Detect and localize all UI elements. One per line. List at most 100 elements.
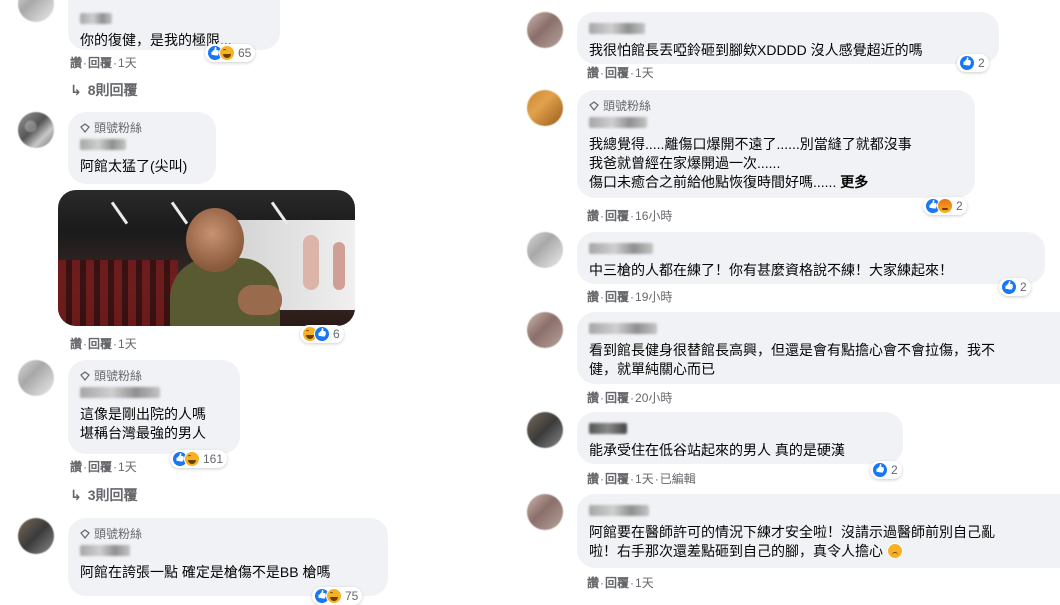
- commenter-name[interactable]: [80, 139, 126, 150]
- reaction-summary[interactable]: 6: [300, 325, 344, 343]
- comment-bubble: 頭號粉絲 阿館在誇張一點 確定是槍傷不是BB 槍嗎: [68, 518, 388, 596]
- commenter-name[interactable]: [80, 387, 160, 398]
- haha-reaction-icon: [184, 451, 200, 467]
- like-button[interactable]: 讚: [70, 56, 82, 70]
- comment-text: 我總覺得.....離傷口爆開不遠了......別當縫了就都沒事 我爸就曾經在家爆…: [589, 136, 912, 190]
- commenter-name[interactable]: [589, 505, 649, 516]
- avatar[interactable]: [527, 412, 563, 448]
- timestamp[interactable]: 19小時: [635, 290, 672, 304]
- like-button[interactable]: 讚: [587, 391, 599, 405]
- avatar[interactable]: [18, 518, 54, 554]
- timestamp[interactable]: 1天: [635, 472, 654, 486]
- diamond-icon: [589, 101, 599, 111]
- like-reaction-icon: [1001, 279, 1017, 295]
- like-button[interactable]: 讚: [587, 472, 599, 486]
- avatar[interactable]: [527, 312, 563, 348]
- timestamp[interactable]: 1天: [635, 66, 654, 80]
- reply-button[interactable]: 回覆: [605, 209, 629, 223]
- reaction-count: 161: [203, 452, 224, 466]
- commenter-name[interactable]: [589, 323, 657, 334]
- comment-actions: 讚·回覆·1天: [70, 337, 137, 351]
- avatar[interactable]: [527, 90, 563, 126]
- like-button[interactable]: 讚: [70, 460, 82, 474]
- reaction-count: 2: [956, 199, 963, 213]
- reply-button[interactable]: 回覆: [88, 337, 112, 351]
- comment-actions: 讚·回覆·1天: [70, 460, 137, 474]
- comment-bubble: 你的復健，是我的極限...: [68, 0, 280, 50]
- edited-label: 已編輯: [659, 472, 696, 486]
- comment-actions: 讚·回覆·19小時: [587, 290, 673, 304]
- comments-column-left: 你的復健，是我的極限... 65 讚·回覆·1天 ↳ 8則回覆 頭號粉絲 阿館太…: [0, 0, 420, 605]
- reaction-count: 75: [345, 589, 359, 603]
- comment-text: 這像是剛出院的人嗎 堪稱台灣最強的男人: [80, 406, 206, 441]
- comment-text: 阿館在誇張一點 確定是槍傷不是BB 槍嗎: [80, 564, 331, 580]
- reply-button[interactable]: 回覆: [605, 576, 629, 590]
- comment-bubble: 中三槍的人都在練了！你有甚麼資格說不練！大家練起來！: [577, 232, 1045, 284]
- like-button[interactable]: 讚: [587, 66, 599, 80]
- reply-button[interactable]: 回覆: [605, 290, 629, 304]
- reaction-count: 2: [1020, 280, 1027, 294]
- reaction-count: 65: [238, 46, 252, 60]
- replies-count: 3則回覆: [87, 487, 138, 503]
- commenter-name[interactable]: [80, 13, 112, 24]
- comment-gif[interactable]: [58, 190, 355, 326]
- reaction-summary[interactable]: 75: [312, 587, 363, 605]
- view-replies-link[interactable]: ↳ 8則回覆: [70, 80, 138, 100]
- top-fan-badge: 頭號粉絲: [589, 98, 961, 114]
- comment-actions: 讚·回覆·1天: [70, 56, 137, 70]
- like-button[interactable]: 讚: [587, 290, 599, 304]
- timestamp[interactable]: 1天: [635, 576, 654, 590]
- reaction-count: 2: [978, 56, 985, 70]
- avatar[interactable]: [18, 0, 54, 22]
- view-replies-link[interactable]: ↳ 3則回覆: [70, 485, 138, 505]
- reaction-summary[interactable]: 2: [870, 461, 902, 479]
- reply-arrow-icon: ↳: [70, 486, 82, 503]
- timestamp[interactable]: 16小時: [635, 209, 672, 223]
- timestamp[interactable]: 20小時: [635, 391, 672, 405]
- diamond-icon: [80, 529, 90, 539]
- avatar[interactable]: [527, 494, 563, 530]
- commenter-name[interactable]: [589, 243, 653, 254]
- like-button[interactable]: 讚: [70, 337, 82, 351]
- comment-bubble: 頭號粉絲 阿館太猛了(尖叫): [68, 112, 216, 184]
- reaction-summary[interactable]: 2: [999, 278, 1031, 296]
- comment-actions: 讚·回覆·16小時: [587, 209, 673, 223]
- avatar[interactable]: [527, 12, 563, 48]
- see-more-link[interactable]: 更多: [840, 174, 868, 190]
- reaction-summary[interactable]: 2: [923, 197, 967, 215]
- top-fan-badge: 頭號粉絲: [80, 120, 202, 136]
- comment-bubble: 看到館長健身很替館長高興，但還是會有點擔心會不會拉傷，我不 健，就單純關心而已: [577, 312, 1060, 384]
- reaction-summary[interactable]: 65: [205, 44, 256, 62]
- reaction-summary[interactable]: 2: [957, 54, 989, 72]
- comment-text: 阿館太猛了(尖叫): [80, 158, 188, 174]
- reply-button[interactable]: 回覆: [88, 56, 112, 70]
- comment-actions: 讚·回覆·1天·已編輯: [587, 472, 696, 486]
- commenter-name[interactable]: [80, 545, 130, 556]
- reply-button[interactable]: 回覆: [605, 472, 629, 486]
- comment-bubble: 我很怕館長丟啞鈴砸到腳欸XDDDD 沒人感覺超近的嗎: [577, 12, 999, 64]
- like-button[interactable]: 讚: [587, 209, 599, 223]
- avatar[interactable]: [18, 112, 54, 148]
- like-button[interactable]: 讚: [587, 576, 599, 590]
- comment-text: 阿館要在醫師許可的情況下練才安全啦！沒請示過醫師前別自己亂 啦！右手那次還差點砸…: [589, 524, 995, 559]
- reaction-summary[interactable]: 161: [170, 450, 228, 468]
- reaction-count: 6: [333, 327, 340, 341]
- reply-button[interactable]: 回覆: [88, 460, 112, 474]
- haha-reaction-icon: [219, 45, 235, 61]
- commenter-name[interactable]: [589, 117, 647, 128]
- avatar[interactable]: [527, 232, 563, 268]
- diamond-icon: [80, 371, 90, 381]
- timestamp[interactable]: 1天: [118, 337, 137, 351]
- reply-button[interactable]: 回覆: [605, 66, 629, 80]
- reply-arrow-icon: ↳: [70, 81, 82, 98]
- reply-button[interactable]: 回覆: [605, 391, 629, 405]
- avatar[interactable]: [18, 360, 54, 396]
- haha-reaction-icon: [326, 588, 342, 604]
- timestamp[interactable]: 1天: [118, 460, 137, 474]
- comment-bubble: 頭號粉絲 這像是剛出院的人嗎 堪稱台灣最強的男人: [68, 360, 240, 454]
- commenter-name[interactable]: [589, 423, 627, 434]
- timestamp[interactable]: 1天: [118, 56, 137, 70]
- commenter-name[interactable]: [589, 23, 645, 34]
- replies-count: 8則回覆: [87, 82, 138, 98]
- comments-column-right: 我很怕館長丟啞鈴砸到腳欸XDDDD 沒人感覺超近的嗎 2 讚·回覆·1天 頭號粉…: [525, 0, 1060, 596]
